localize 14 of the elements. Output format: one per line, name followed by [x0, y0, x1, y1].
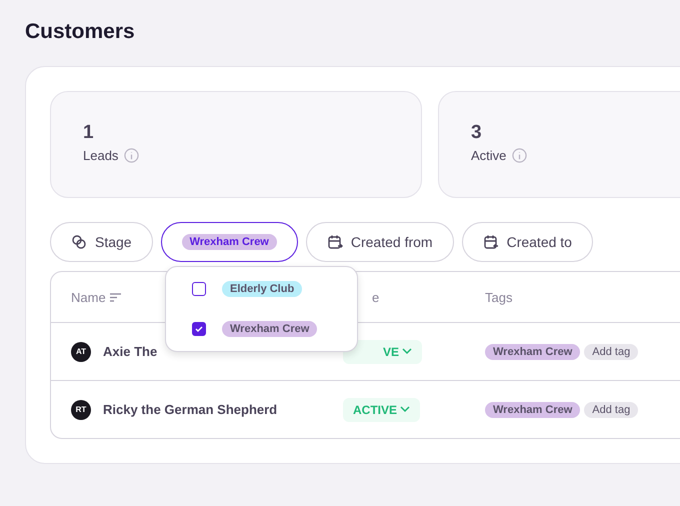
page-title: Customers	[25, 20, 136, 44]
tag-label: Wrexham Crew	[485, 344, 580, 360]
avatar: RT	[71, 400, 91, 420]
stat-label: Leads	[83, 148, 118, 163]
tag-label: Wrexham Crew	[485, 402, 580, 418]
customer-name: Axie The	[103, 344, 158, 359]
stat-label: Active	[471, 148, 506, 163]
tag-label: Wrexham Crew	[222, 321, 318, 337]
tag-label: Wrexham Crew	[182, 234, 277, 250]
tag-label: Elderly Club	[222, 281, 302, 297]
stat-value: 3	[471, 122, 483, 144]
avatar: AT	[71, 342, 91, 362]
stat-value: 1	[83, 122, 95, 144]
customer-name: Ricky the German Shepherd	[103, 402, 278, 417]
